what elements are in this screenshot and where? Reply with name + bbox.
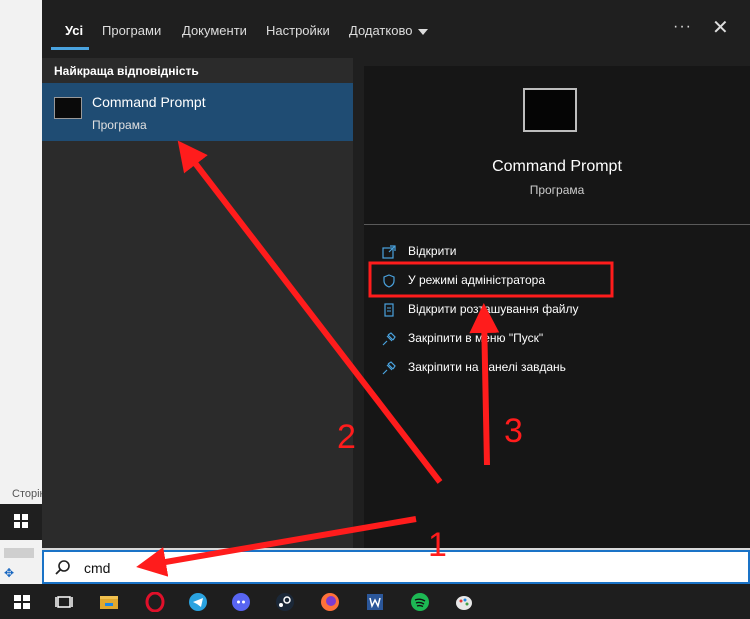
tab-active-indicator — [51, 47, 89, 50]
shield-icon — [382, 274, 396, 288]
preview-title: Command Prompt — [492, 158, 622, 175]
preview-divider — [364, 224, 750, 225]
background-partial-text: Сторін — [12, 488, 46, 500]
action-open-file-location-label: Відкрити розташування файлу — [408, 302, 579, 316]
tab-settings[interactable]: Настройки — [266, 23, 330, 38]
preview-pane: Command Prompt Програма Відкрити У режим… — [364, 66, 750, 548]
file-explorer-icon[interactable] — [99, 592, 119, 612]
tab-programs[interactable]: Програми — [102, 23, 161, 38]
steam-icon[interactable] — [275, 592, 295, 612]
best-match-type: Програма — [92, 118, 147, 132]
more-options-button[interactable]: ··· — [673, 18, 692, 36]
best-match-heading: Найкраща відповідність — [54, 64, 199, 78]
pin-icon — [382, 332, 396, 346]
command-prompt-large-icon — [523, 88, 577, 132]
results-pane: Найкраща відповідність Command Prompt Пр… — [42, 58, 353, 548]
action-open-file-location[interactable]: Відкрити розташування файлу — [382, 302, 578, 317]
action-run-as-admin[interactable]: У режимі адміністратора — [382, 273, 545, 288]
spotify-icon[interactable] — [410, 592, 430, 612]
preview-subtitle: Програма — [529, 183, 585, 197]
action-pin-to-start-label: Закріпити в меню "Пуск" — [408, 331, 544, 345]
tab-more-label: Додатково — [349, 23, 413, 38]
windows-start-icon[interactable] — [12, 592, 32, 612]
annotation-label-3: 3 — [504, 412, 523, 450]
word-icon[interactable] — [365, 592, 385, 612]
close-button[interactable]: ✕ — [712, 15, 729, 40]
firefox-icon[interactable] — [320, 592, 340, 612]
best-match-name: Command Prompt — [92, 94, 206, 110]
paint-icon[interactable] — [454, 592, 474, 612]
background-windows-icon[interactable] — [0, 504, 42, 540]
taskbar — [0, 584, 750, 619]
telegram-icon[interactable] — [188, 592, 208, 612]
action-open[interactable]: Відкрити — [382, 244, 457, 259]
pin-icon — [382, 361, 396, 375]
best-match-item[interactable]: Command Prompt Програма — [42, 83, 353, 141]
search-icon — [55, 560, 70, 575]
file-location-icon — [382, 303, 396, 317]
action-pin-to-taskbar[interactable]: Закріпити на панелі завдань — [382, 360, 566, 375]
tab-more[interactable]: Додатково — [349, 23, 429, 38]
command-prompt-icon — [54, 97, 82, 119]
search-tabs: Усі Програми Документи Настройки Додатко… — [42, 0, 750, 58]
opera-icon[interactable] — [145, 591, 165, 613]
action-run-as-admin-label: У режимі адміністратора — [408, 273, 545, 287]
chevron-down-icon — [418, 28, 429, 35]
tab-all[interactable]: Усі — [65, 23, 83, 38]
background-scrollbar[interactable] — [4, 548, 34, 558]
move-icon: ✥ — [4, 566, 15, 580]
annotation-label-2: 2 — [337, 418, 356, 456]
open-icon — [382, 245, 396, 259]
search-input[interactable] — [82, 556, 486, 580]
action-pin-to-taskbar-label: Закріпити на панелі завдань — [408, 360, 566, 374]
discord-icon[interactable] — [231, 592, 251, 612]
action-open-label: Відкрити — [408, 244, 457, 258]
annotation-label-1: 1 — [428, 526, 447, 564]
start-search-panel: Усі Програми Документи Настройки Додатко… — [42, 0, 750, 548]
background-window: Сторін ✥ — [0, 0, 46, 619]
tab-documents[interactable]: Документи — [182, 23, 247, 38]
search-box[interactable] — [42, 550, 750, 584]
task-view-icon[interactable] — [54, 592, 74, 612]
action-pin-to-start[interactable]: Закріпити в меню "Пуск" — [382, 331, 543, 346]
